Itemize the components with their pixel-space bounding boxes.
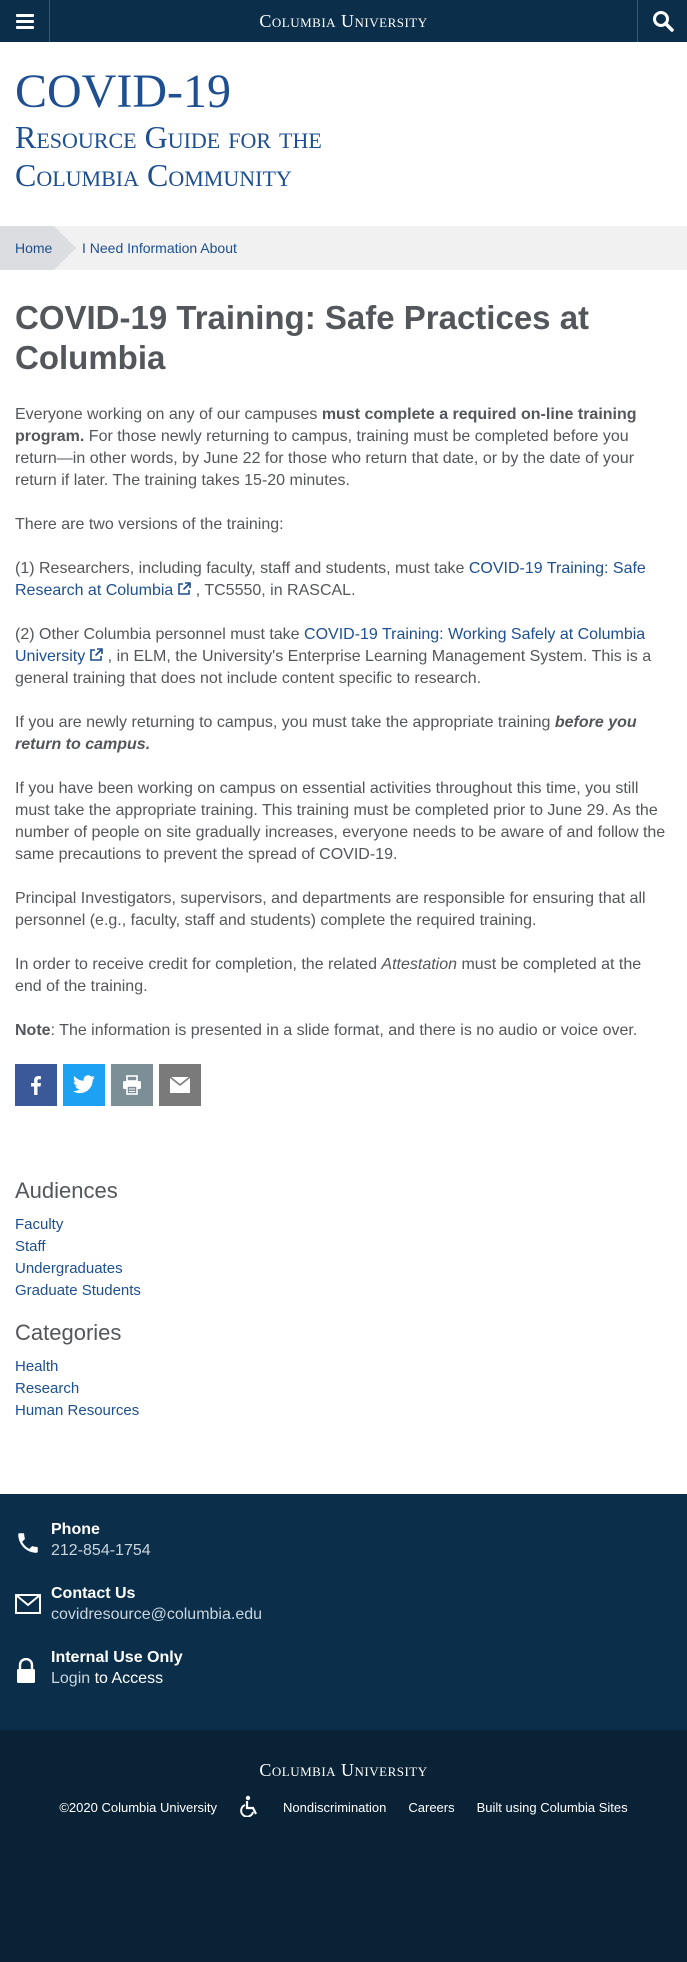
accessibility-icon (240, 1795, 258, 1818)
mail-icon-wrap (15, 1584, 51, 1614)
attestation-text-a: In order to receive credit for completio… (15, 956, 382, 973)
contact-internal: Internal Use Only Login to Access (15, 1648, 672, 1690)
search-button[interactable] (637, 0, 687, 42)
site-title[interactable]: COVID-19 Resource Guide for the Columbia… (0, 42, 687, 226)
audience-graduate-students-link[interactable]: Graduate Students (15, 1282, 141, 1299)
hamburger-icon (15, 11, 34, 32)
paragraph-note: Note: The information is presented in a … (15, 1020, 672, 1042)
researchers-text-a: (1) Researchers, including faculty, staf… (15, 560, 469, 577)
phone-label: Phone (51, 1521, 100, 1538)
paragraph-personnel: (2) Other Columbia personnel must take C… (15, 624, 672, 690)
contact-phone: Phone 212-854-1754 (15, 1520, 672, 1562)
lock-icon-wrap (15, 1648, 51, 1684)
facebook-icon (31, 1076, 41, 1095)
audience-undergraduates-link[interactable]: Undergraduates (15, 1260, 123, 1277)
note-text: : The information is presented in a slid… (50, 1022, 638, 1039)
footer: Columbia University ©2020 Columbia Unive… (0, 1730, 687, 1962)
paragraph-versions: There are two versions of the training: (15, 516, 284, 533)
share-facebook-button[interactable] (15, 1064, 57, 1106)
breadcrumb-home[interactable]: Home (15, 240, 52, 256)
list-item: Faculty (15, 1214, 672, 1236)
university-brand[interactable]: Columbia University (0, 11, 687, 32)
categories-section: Categories Health Research Human Resourc… (15, 1320, 672, 1422)
paragraph-responsibility: Principal Investigators, supervisors, an… (15, 890, 646, 929)
site-title-line1: COVID-19 (15, 65, 231, 118)
list-item: Staff (15, 1236, 672, 1258)
paragraph-intro: Everyone working on any of our campuses … (15, 404, 672, 492)
category-health-link[interactable]: Health (15, 1358, 58, 1375)
twitter-icon (73, 1075, 95, 1094)
nondiscrimination-link[interactable]: Nondiscrimination (283, 1800, 386, 1815)
lock-icon (17, 1658, 35, 1683)
personnel-text-a: (2) Other Columbia personnel must take (15, 626, 305, 643)
category-human-resources-link[interactable]: Human Resources (15, 1402, 139, 1419)
contact-section: Phone 212-854-1754 Contact Us covidresou… (0, 1494, 687, 1730)
list-item: Undergraduates (15, 1258, 672, 1280)
internal-use-label: Internal Use Only (51, 1649, 183, 1666)
categories-list: Health Research Human Resources (15, 1356, 672, 1422)
copyright-text: ©2020 Columbia University (59, 1800, 218, 1815)
site-title-line2: Resource Guide for the (15, 119, 322, 155)
audiences-list: Faculty Staff Undergraduates Graduate St… (15, 1214, 672, 1302)
footer-brand[interactable]: Columbia University (0, 1760, 687, 1781)
menu-button[interactable] (0, 0, 50, 42)
phone-number-link[interactable]: 212-854-1754 (51, 1542, 151, 1559)
site-title-line3: Columbia Community (15, 157, 292, 193)
print-icon (123, 1075, 141, 1095)
audience-faculty-link[interactable]: Faculty (15, 1216, 63, 1233)
audience-staff-link[interactable]: Staff (15, 1238, 46, 1255)
external-link-icon (178, 582, 192, 595)
external-link-icon (90, 648, 104, 661)
accessibility-link[interactable] (239, 1795, 261, 1820)
share-email-button[interactable] (159, 1064, 201, 1106)
footer-links: ©2020 Columbia University Nondiscriminat… (0, 1795, 687, 1820)
paragraph-returning: If you are newly returning to campus, yo… (15, 712, 672, 756)
mail-icon (15, 1594, 41, 1614)
list-item: Graduate Students (15, 1280, 672, 1302)
intro-text-b: For those newly returning to campus, tra… (15, 428, 635, 489)
list-item: Health (15, 1356, 672, 1378)
email-icon (169, 1076, 191, 1093)
categories-heading: Categories (15, 1320, 122, 1345)
top-bar: Columbia University (0, 0, 687, 42)
researchers-text-b: , TC5550, in RASCAL. (191, 582, 356, 599)
audiences-section: Audiences Faculty Staff Undergraduates G… (15, 1178, 672, 1302)
paragraph-essential: If you have been working on campus on es… (15, 780, 666, 863)
share-buttons (15, 1064, 672, 1106)
contact-us-label: Contact Us (51, 1585, 136, 1602)
breadcrumb-information[interactable]: I Need Information About (82, 240, 237, 256)
print-button[interactable] (111, 1064, 153, 1106)
intro-text-a: Everyone working on any of our campuses (15, 406, 322, 423)
login-link[interactable]: Login (51, 1670, 90, 1687)
share-twitter-button[interactable] (63, 1064, 105, 1106)
paragraph-researchers: (1) Researchers, including faculty, staf… (15, 558, 672, 602)
personnel-text-b: , in ELM, the University's Enterprise Le… (15, 648, 652, 687)
paragraph-attestation: In order to receive credit for completio… (15, 954, 672, 998)
main-content: COVID-19 Training: Safe Practices at Col… (0, 270, 687, 1422)
search-icon (652, 11, 674, 32)
built-using-link[interactable]: Built using Columbia Sites (477, 1800, 628, 1815)
page-title: COVID-19 Training: Safe Practices at Col… (15, 299, 590, 376)
breadcrumb-home-wrap: Home (0, 226, 76, 270)
attestation-emphasis: Attestation (381, 956, 458, 973)
phone-icon-wrap (15, 1520, 51, 1556)
category-research-link[interactable]: Research (15, 1380, 79, 1397)
audiences-heading: Audiences (15, 1178, 118, 1203)
list-item: Research (15, 1378, 672, 1400)
note-label: Note (15, 1022, 51, 1039)
breadcrumb: Home I Need Information About (0, 226, 687, 270)
list-item: Human Resources (15, 1400, 672, 1422)
login-suffix: to Access (90, 1670, 164, 1687)
contact-email-link[interactable]: covidresource@columbia.edu (51, 1606, 262, 1623)
contact-email: Contact Us covidresource@columbia.edu (15, 1584, 672, 1626)
returning-text: If you are newly returning to campus, yo… (15, 714, 555, 731)
careers-link[interactable]: Careers (408, 1800, 454, 1815)
phone-icon (18, 1533, 38, 1553)
